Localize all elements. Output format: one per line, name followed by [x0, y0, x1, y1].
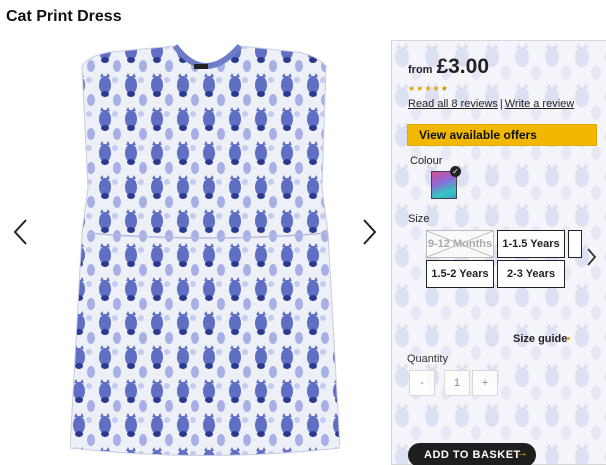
size-option-2-3-years[interactable]: 2-3 Years: [497, 260, 565, 288]
price: £3.00: [436, 55, 490, 78]
size-option-9-12-months[interactable]: 9-12 Months: [426, 230, 494, 258]
size-option-1-5-2-years[interactable]: 1.5-2 Years: [426, 260, 494, 288]
quantity-increment-button[interactable]: +: [472, 370, 498, 396]
add-to-basket-button[interactable]: ADD TO BASKET →: [408, 443, 536, 465]
check-icon: ✓: [450, 166, 461, 177]
chevron-left-icon[interactable]: [12, 217, 30, 247]
size-option-1-1-5-years[interactable]: 1-1.5 Years: [497, 230, 565, 258]
size-option-label: 2-3 Years: [506, 268, 556, 280]
chevron-right-icon[interactable]: [585, 246, 597, 268]
colour-label: Colour: [410, 155, 443, 167]
reviews-links: Read all 8 reviews | Write a review: [408, 98, 574, 110]
star-icon: ★: [432, 84, 440, 93]
star-icon: ★: [408, 84, 416, 93]
unavailable-strike-icon: [427, 231, 493, 257]
product-image: [70, 43, 340, 456]
star-icon: ★: [424, 84, 432, 93]
add-to-basket-label: ADD TO BASKET: [424, 449, 521, 461]
price-line: from £3.00: [408, 55, 489, 79]
view-offers-button[interactable]: View available offers: [407, 124, 597, 146]
half-star-icon: ★: [440, 84, 448, 93]
write-review-link[interactable]: Write a review: [505, 98, 574, 110]
size-guide-link[interactable]: Size guide: [513, 333, 567, 345]
page-title: Cat Print Dress: [6, 8, 122, 25]
size-option-label: 1.5-2 Years: [431, 268, 489, 280]
price-from-label: from: [408, 64, 433, 76]
quantity-label: Quantity: [407, 353, 448, 365]
product-panel: from £3.00 ★ ★ ★ ★ ★ Read all 8 reviews |…: [391, 40, 606, 465]
size-option-label: 1-1.5 Years: [502, 238, 560, 250]
arrow-right-icon: →: [517, 447, 529, 459]
size-guide-icon: [567, 337, 570, 340]
reviews-separator: |: [499, 98, 503, 110]
star-icon: ★: [416, 84, 424, 93]
quantity-input[interactable]: 1: [444, 370, 470, 396]
rating-stars: ★ ★ ★ ★ ★: [408, 85, 448, 93]
size-option-partial[interactable]: [568, 230, 582, 258]
chevron-right-icon[interactable]: [360, 217, 378, 247]
read-reviews-link[interactable]: Read all 8 reviews: [408, 98, 498, 110]
quantity-decrement-button[interactable]: -: [409, 370, 435, 396]
size-label: Size: [408, 213, 430, 225]
